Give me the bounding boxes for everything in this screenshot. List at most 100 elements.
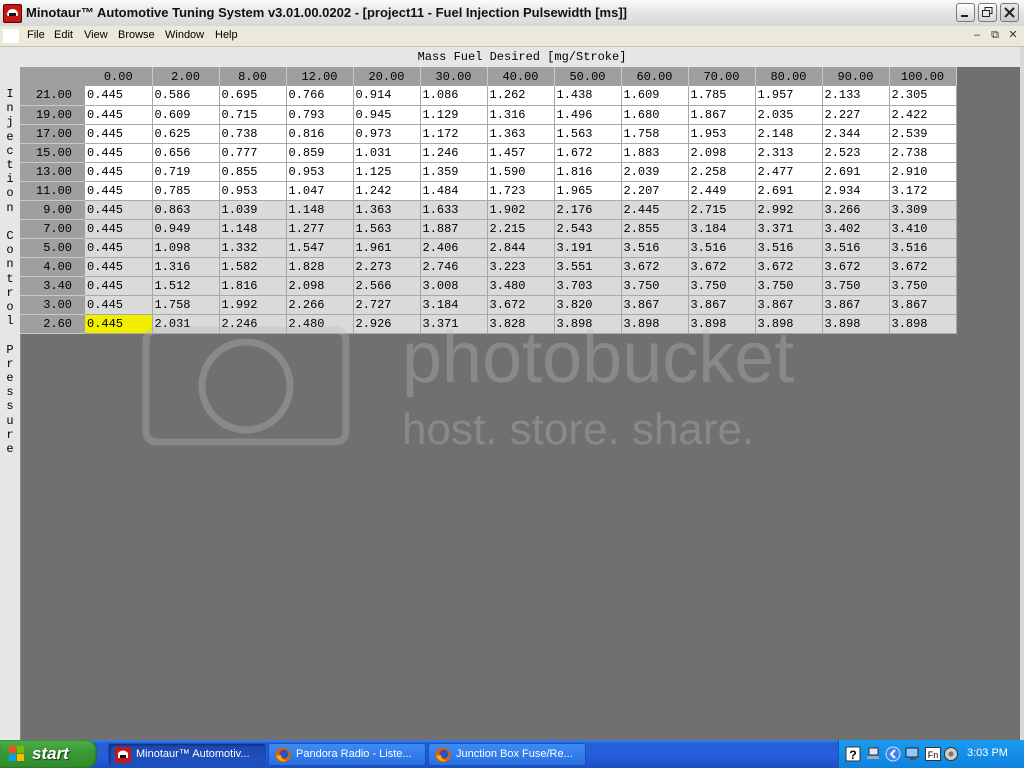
- table-cell[interactable]: 1.672: [554, 143, 622, 163]
- table-cell[interactable]: 3.371: [755, 219, 823, 239]
- table-cell[interactable]: 2.098: [688, 143, 756, 163]
- table-cell[interactable]: 2.246: [219, 314, 287, 334]
- table-cell[interactable]: 1.758: [152, 295, 220, 315]
- row-header[interactable]: 15.00: [20, 143, 85, 163]
- table-cell[interactable]: 2.305: [889, 86, 957, 106]
- table-cell[interactable]: 3.898: [755, 314, 823, 334]
- clock[interactable]: 3:03 PM: [967, 747, 1008, 759]
- table-cell[interactable]: 2.445: [621, 200, 689, 220]
- table-cell[interactable]: 2.133: [822, 86, 890, 106]
- row-header[interactable]: 7.00: [20, 219, 85, 239]
- table-cell[interactable]: 0.445: [85, 238, 153, 258]
- table-cell[interactable]: 1.031: [353, 143, 421, 163]
- table-cell[interactable]: 3.672: [487, 295, 555, 315]
- table-cell[interactable]: 3.867: [688, 295, 756, 315]
- language-icon[interactable]: Fn: [925, 746, 941, 762]
- column-header[interactable]: 60.00: [621, 67, 689, 86]
- table-cell[interactable]: 3.672: [889, 257, 957, 277]
- column-header[interactable]: 20.00: [353, 67, 421, 86]
- table-cell[interactable]: 2.266: [286, 295, 354, 315]
- table-cell[interactable]: 3.371: [420, 314, 488, 334]
- table-cell[interactable]: 2.480: [286, 314, 354, 334]
- table-cell[interactable]: 1.547: [286, 238, 354, 258]
- table-cell[interactable]: 0.445: [85, 200, 153, 220]
- table-cell[interactable]: 1.438: [554, 86, 622, 106]
- taskbar-item-pandora[interactable]: Pandora Radio - Liste...: [268, 743, 426, 766]
- table-cell[interactable]: 2.566: [353, 276, 421, 296]
- table-cell[interactable]: 3.516: [755, 238, 823, 258]
- table-cell[interactable]: 3.750: [755, 276, 823, 296]
- table-cell[interactable]: 1.262: [487, 86, 555, 106]
- table-cell[interactable]: 0.719: [152, 162, 220, 182]
- table-cell[interactable]: 3.867: [822, 295, 890, 315]
- table-cell[interactable]: 1.316: [152, 257, 220, 277]
- row-header[interactable]: 3.40: [20, 276, 85, 296]
- table-cell[interactable]: 1.457: [487, 143, 555, 163]
- table-cell[interactable]: 1.680: [621, 105, 689, 125]
- network-icon[interactable]: [865, 746, 881, 762]
- minotaur-app-icon[interactable]: [3, 4, 22, 23]
- column-header[interactable]: 80.00: [755, 67, 823, 86]
- table-cell[interactable]: 3.672: [822, 257, 890, 277]
- close-button[interactable]: [1000, 3, 1019, 22]
- table-cell[interactable]: 0.766: [286, 86, 354, 106]
- table-cell[interactable]: 0.953: [286, 162, 354, 182]
- mdi-minimize-icon[interactable]: –: [970, 29, 984, 42]
- table-cell[interactable]: 2.207: [621, 181, 689, 201]
- table-cell[interactable]: 1.148: [219, 219, 287, 239]
- table-cell[interactable]: 2.855: [621, 219, 689, 239]
- table-cell[interactable]: 3.750: [621, 276, 689, 296]
- menu-browse[interactable]: Browse: [118, 29, 155, 41]
- table-cell[interactable]: 0.914: [353, 86, 421, 106]
- document-icon[interactable]: [3, 29, 19, 43]
- table-cell[interactable]: 1.828: [286, 257, 354, 277]
- table-cell[interactable]: 0.656: [152, 143, 220, 163]
- column-header[interactable]: 2.00: [152, 67, 220, 86]
- table-cell[interactable]: 0.445: [85, 276, 153, 296]
- table-cell[interactable]: 1.098: [152, 238, 220, 258]
- table-cell[interactable]: 2.035: [755, 105, 823, 125]
- table-cell[interactable]: 2.738: [889, 143, 957, 163]
- table-cell[interactable]: 0.445: [85, 257, 153, 277]
- table-cell[interactable]: 1.816: [219, 276, 287, 296]
- table-cell[interactable]: 3.898: [554, 314, 622, 334]
- volume-icon[interactable]: [943, 746, 959, 762]
- table-cell[interactable]: 0.609: [152, 105, 220, 125]
- table-cell[interactable]: 3.867: [621, 295, 689, 315]
- table-cell[interactable]: 2.992: [755, 200, 823, 220]
- row-header[interactable]: 11.00: [20, 181, 85, 201]
- table-cell[interactable]: 1.086: [420, 86, 488, 106]
- mdi-restore-icon[interactable]: ⧉: [988, 29, 1002, 42]
- table-cell[interactable]: 0.445: [85, 295, 153, 315]
- selected-cell[interactable]: 0.445: [85, 314, 153, 334]
- table-cell[interactable]: 1.246: [420, 143, 488, 163]
- row-header[interactable]: 13.00: [20, 162, 85, 182]
- table-cell[interactable]: 3.898: [889, 314, 957, 334]
- table-cell[interactable]: 3.672: [688, 257, 756, 277]
- chevron-left-icon[interactable]: [885, 746, 901, 762]
- table-cell[interactable]: 0.793: [286, 105, 354, 125]
- table-cell[interactable]: 3.551: [554, 257, 622, 277]
- table-cell[interactable]: 1.359: [420, 162, 488, 182]
- table-cell[interactable]: 3.750: [822, 276, 890, 296]
- table-cell[interactable]: 2.406: [420, 238, 488, 258]
- table-cell[interactable]: 3.480: [487, 276, 555, 296]
- table-cell[interactable]: 3.672: [621, 257, 689, 277]
- table-cell[interactable]: 0.586: [152, 86, 220, 106]
- column-header[interactable]: 40.00: [487, 67, 555, 86]
- column-header[interactable]: 12.00: [286, 67, 354, 86]
- table-cell[interactable]: 3.516: [889, 238, 957, 258]
- table-cell[interactable]: 0.445: [85, 162, 153, 182]
- column-header[interactable]: 50.00: [554, 67, 622, 86]
- table-cell[interactable]: 3.750: [688, 276, 756, 296]
- table-cell[interactable]: 1.785: [688, 86, 756, 106]
- table-cell[interactable]: 1.582: [219, 257, 287, 277]
- table-cell[interactable]: 1.484: [420, 181, 488, 201]
- table-cell[interactable]: 0.949: [152, 219, 220, 239]
- table-cell[interactable]: 0.625: [152, 124, 220, 144]
- table-cell[interactable]: 2.148: [755, 124, 823, 144]
- row-header[interactable]: 5.00: [20, 238, 85, 258]
- table-cell[interactable]: 1.363: [353, 200, 421, 220]
- table-cell[interactable]: 0.816: [286, 124, 354, 144]
- table-cell[interactable]: 1.047: [286, 181, 354, 201]
